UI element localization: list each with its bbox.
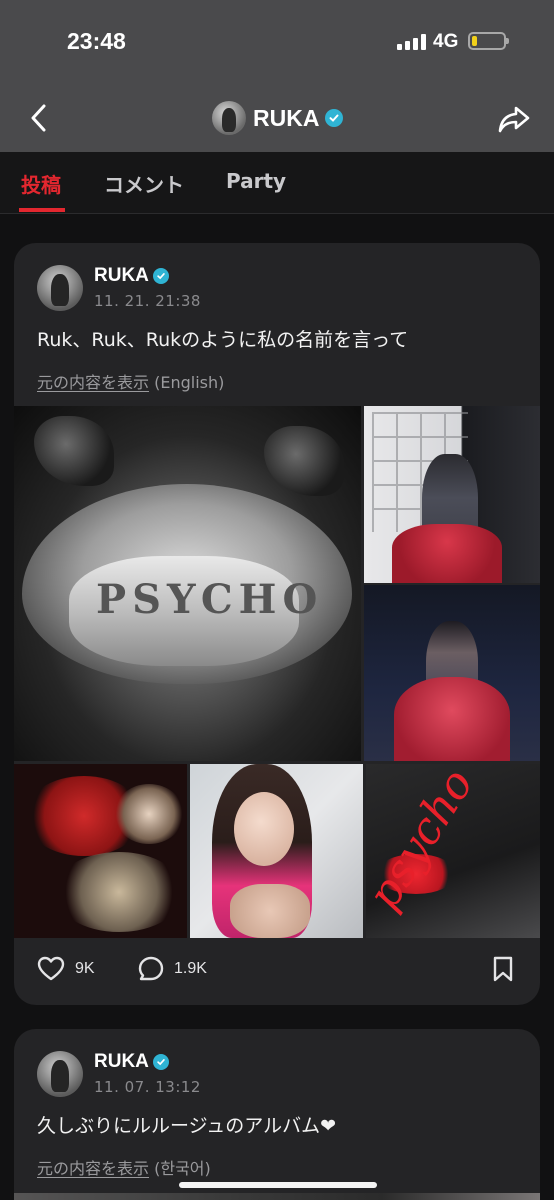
post-image-selfie[interactable]	[190, 764, 363, 938]
post-image-preview[interactable]	[14, 1193, 540, 1200]
original-language: (한국어)	[154, 1159, 211, 1178]
tab-comments[interactable]: コメント	[104, 169, 184, 198]
bookmark-button[interactable]	[492, 956, 524, 982]
chevron-left-icon	[31, 104, 46, 132]
post-card[interactable]: RUKA 11. 07. 13:12 久しぶりにルルージュのアルバム❤ 元の内容…	[14, 1029, 540, 1200]
page-title: RUKA	[253, 104, 320, 131]
network-type: 4G	[433, 31, 459, 52]
avatar[interactable]	[37, 1051, 83, 1097]
post-date: 11. 21. 21:38	[94, 292, 201, 310]
post-body: Ruk、Ruk、Rukのように私の名前を言って	[37, 329, 409, 351]
profile-header[interactable]: RUKA	[212, 100, 344, 136]
post-card[interactable]: RUKA 11. 21. 21:38 Ruk、Ruk、Rukのように私の名前を言…	[14, 243, 540, 1005]
share-button[interactable]	[496, 100, 532, 136]
top-bar: 23:48 4G RUKA	[0, 0, 554, 152]
like-button[interactable]: 9K	[37, 956, 95, 982]
avatar[interactable]	[37, 265, 83, 311]
verified-badge-icon	[153, 268, 169, 284]
post-image-dragon[interactable]	[14, 764, 187, 938]
tab-bar: 投稿 コメント Party	[0, 152, 554, 214]
active-tab-indicator	[19, 208, 65, 212]
tab-posts[interactable]: 投稿	[21, 169, 61, 198]
post-author[interactable]: RUKA	[94, 265, 149, 287]
post-author[interactable]: RUKA	[94, 1051, 149, 1073]
translation-toggle[interactable]: 元の内容を表示 (English)	[37, 369, 224, 393]
translation-toggle[interactable]: 元の内容を表示 (한국어)	[37, 1155, 211, 1179]
show-original-link[interactable]: 元の内容を表示	[37, 373, 149, 392]
tab-party[interactable]: Party	[226, 169, 286, 193]
original-language: (English)	[154, 373, 225, 392]
share-icon	[498, 106, 530, 133]
post-body: 久しぶりにルルージュのアルバム❤	[37, 1115, 337, 1137]
psycho-lettering: psycho	[366, 764, 484, 919]
post-date: 11. 07. 13:12	[94, 1078, 201, 1096]
post-actions: 9K 1.9K	[14, 948, 540, 992]
post-image-portrait-1[interactable]	[364, 406, 540, 583]
signal-icon	[397, 34, 427, 50]
battery-icon	[468, 32, 509, 50]
show-original-link[interactable]: 元の内容を表示	[37, 1159, 149, 1178]
comment-button[interactable]: 1.9K	[138, 956, 207, 982]
grillz-text: PSYCHO	[96, 576, 324, 623]
post-image-portrait-2[interactable]	[364, 585, 540, 761]
avatar	[212, 101, 246, 135]
verified-badge-icon	[325, 109, 344, 127]
bookmark-icon	[493, 956, 513, 982]
post-image-psycho-sign[interactable]: psycho	[366, 764, 540, 938]
comment-icon	[138, 956, 164, 981]
like-count: 9K	[75, 960, 95, 977]
post-image-lips[interactable]: PSYCHO	[14, 406, 361, 761]
status-time: 23:48	[67, 28, 126, 54]
heart-icon	[37, 956, 65, 981]
verified-badge-icon	[153, 1054, 169, 1070]
back-button[interactable]	[26, 100, 54, 136]
comment-count: 1.9K	[174, 960, 207, 977]
home-indicator[interactable]	[179, 1182, 377, 1188]
